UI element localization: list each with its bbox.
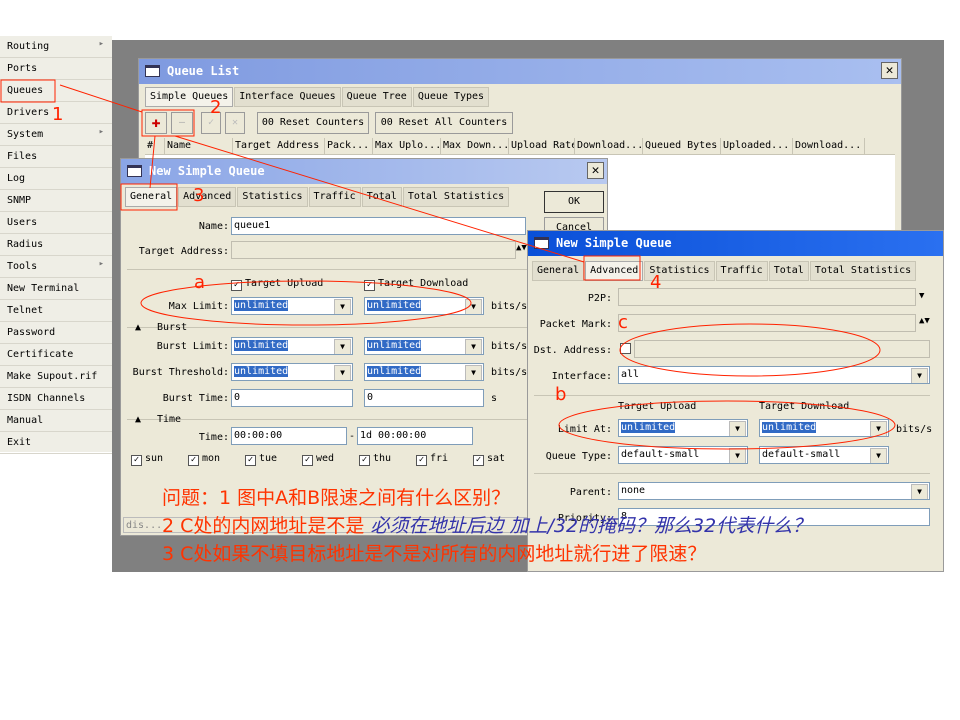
general-tab-highlight (120, 183, 178, 211)
annotation-ellipse-a (140, 280, 472, 326)
advanced-tab-highlight (583, 255, 641, 281)
arrow-line (149, 135, 156, 189)
annotation-ellipse-c (619, 323, 881, 377)
add-button-highlight (141, 109, 195, 137)
arrow-line (174, 135, 585, 263)
annotation-1: 1 (52, 104, 64, 125)
queues-highlight (0, 79, 56, 103)
annotation-b: b (555, 384, 567, 405)
arrow-line (59, 84, 143, 113)
annotation-a: a (194, 272, 206, 293)
annotation-3: 3 (193, 185, 205, 206)
annotation-c: c (618, 312, 628, 333)
annotation-4: 4 (650, 272, 662, 293)
annotation-overlay (0, 79, 896, 450)
annotation-ellipse-b (558, 400, 896, 450)
annotation-2: 2 (210, 97, 222, 118)
